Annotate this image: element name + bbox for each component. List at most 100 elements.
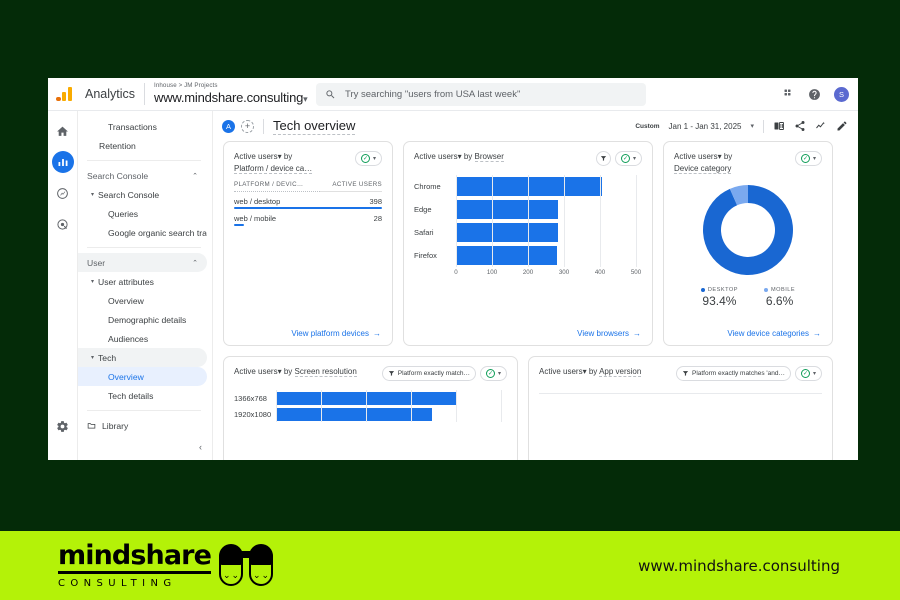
title-by: by	[283, 367, 293, 376]
sidebar-item-user-attributes[interactable]: ▾ User attributes	[78, 272, 207, 291]
col-active-users[interactable]: ACTIVE USERS	[320, 181, 382, 193]
filter-chip[interactable]: Platform exactly matches 'and…	[675, 366, 791, 381]
dimension-selector[interactable]: App version	[599, 367, 642, 377]
app-body: Transactions Retention Search Console ⌃ ▾ Sea…	[48, 111, 858, 460]
dimension-selector[interactable]: Device category	[674, 163, 732, 174]
apps-grid-icon[interactable]	[783, 88, 795, 100]
chevron-down-icon[interactable]: ▾	[583, 367, 587, 376]
sidebar-collapse-button[interactable]: ‹	[199, 442, 202, 452]
sidebar-item-search-console[interactable]: ▾ Search Console	[78, 185, 207, 204]
card-header: Active users▾ by Device category ✓ ▾	[674, 151, 822, 174]
data-quality-chip[interactable]: ✓ ▾	[479, 366, 507, 381]
caret-down-icon: ▾	[91, 355, 95, 361]
legend-item: DESKTOP 93.4%	[700, 287, 738, 308]
sidebar-item-library[interactable]: Library	[78, 416, 207, 435]
compare-icon[interactable]	[773, 120, 785, 132]
bar-row[interactable]: Firefox	[414, 244, 642, 267]
gear-icon[interactable]	[52, 415, 74, 437]
sidebar-item-tech[interactable]: ▾ Tech	[78, 348, 207, 367]
nav-divider	[87, 410, 201, 411]
sidebar-item-demographic-details[interactable]: Demographic details	[78, 310, 207, 329]
home-icon[interactable]	[52, 120, 74, 142]
bar-row[interactable]: 1920x1080	[234, 406, 507, 422]
audience-badge[interactable]: A	[222, 119, 235, 133]
chevron-down-icon[interactable]: ▾	[278, 152, 282, 161]
dimension-selector[interactable]: Browser	[474, 152, 504, 162]
data-quality-chip[interactable]: ✓ ▾	[614, 151, 642, 166]
dimension-selector[interactable]: Screen resolution	[294, 367, 357, 377]
bar[interactable]	[456, 223, 558, 242]
bar[interactable]	[456, 200, 558, 219]
metric-selector[interactable]: Active users	[234, 152, 278, 161]
bar-row[interactable]: Chrome	[414, 175, 642, 198]
search-bar[interactable]	[316, 83, 646, 106]
date-range-value[interactable]: Jan 1 - Jan 31, 2025	[669, 122, 742, 131]
share-icon[interactable]	[794, 120, 806, 132]
bar[interactable]	[456, 177, 602, 196]
bar-row[interactable]: 1366x768	[234, 390, 507, 406]
sidebar-item-user[interactable]: User ⌃	[78, 253, 207, 272]
bar-row[interactable]: Edge	[414, 198, 642, 221]
metric-selector[interactable]: Active users	[414, 152, 458, 161]
chevron-down-icon[interactable]: ▾	[278, 367, 282, 376]
glasses-icon: ⌄⌄ ⌄⌄	[218, 543, 275, 588]
bar-row[interactable]: Safari	[414, 221, 642, 244]
filter-chip[interactable]: Platform exactly match…	[381, 366, 476, 381]
chevron-up-icon[interactable]: ⌃	[192, 172, 198, 180]
sidebar-item-tech-details[interactable]: Tech details	[78, 386, 207, 405]
bar[interactable]	[276, 407, 432, 421]
filter-chip[interactable]	[595, 151, 611, 166]
col-platform[interactable]: PLATFORM / DEVIC…	[234, 181, 321, 193]
sidebar-item-audiences[interactable]: Audiences	[78, 329, 207, 348]
search-input[interactable]	[345, 89, 625, 100]
filter-chip-label: Platform exactly match…	[397, 370, 470, 377]
toolbar-divider-2	[763, 119, 764, 133]
sidebar-item-label: Library	[102, 420, 129, 431]
sidebar-item-label: Audiences	[108, 333, 149, 344]
dimension-selector[interactable]: Platform / device ca…	[234, 163, 313, 174]
x-tick-label: 200	[522, 269, 534, 276]
table-row[interactable]: web / mobile 28	[234, 209, 382, 224]
chevron-down-icon[interactable]: ▾	[750, 122, 754, 130]
advertising-icon[interactable]	[52, 213, 74, 235]
card-app-version: Active users▾ by App version Platform ex…	[528, 356, 833, 460]
bar-category-label: Edge	[414, 205, 432, 214]
sidebar-item-transactions[interactable]: Transactions	[78, 117, 207, 136]
help-icon[interactable]	[808, 88, 821, 101]
bar[interactable]	[276, 391, 456, 405]
bar[interactable]	[456, 246, 557, 265]
add-comparison-button[interactable]: +	[241, 119, 254, 133]
chevron-up-icon[interactable]: ⌃	[192, 259, 198, 267]
view-platform-devices-link[interactable]: View platform devices →	[291, 329, 381, 338]
data-quality-chip[interactable]: ✓ ▾	[794, 366, 822, 381]
chevron-down-icon[interactable]: ▾	[458, 152, 462, 161]
card-actions: ✓ ▾	[354, 151, 382, 166]
nav-divider	[87, 160, 201, 161]
cell-platform: web / desktop	[234, 197, 281, 207]
sidebar-item-queries[interactable]: Queries	[78, 204, 207, 223]
sidebar-item-search-console[interactable]: Search Console ⌃	[78, 166, 207, 185]
chevron-down-icon[interactable]: ▾	[718, 152, 722, 161]
data-quality-chip[interactable]: ✓ ▾	[354, 151, 382, 166]
metric-selector[interactable]: Active users	[539, 367, 583, 376]
metric-selector[interactable]: Active users	[674, 152, 718, 161]
metric-selector[interactable]: Active users	[234, 367, 278, 376]
sidebar-item-overview[interactable]: Overview	[78, 367, 207, 386]
sidebar-item-overview[interactable]: Overview	[78, 291, 207, 310]
title-by: by	[588, 367, 598, 376]
reports-icon[interactable]	[51, 151, 74, 173]
insights-icon[interactable]	[815, 120, 827, 132]
edit-icon[interactable]	[836, 120, 848, 132]
sidebar-item-retention[interactable]: Retention	[78, 136, 207, 155]
toolbar-divider	[263, 118, 264, 134]
filter-icon	[682, 371, 689, 376]
table-row[interactable]: web / desktop 398	[234, 192, 382, 208]
view-browsers-link[interactable]: View browsers →	[577, 329, 641, 338]
avatar[interactable]: S	[834, 86, 849, 102]
data-quality-chip[interactable]: ✓ ▾	[794, 151, 822, 166]
cell-active-users: 28	[373, 214, 382, 224]
sidebar-item-google-organic-search-traf[interactable]: Google organic search traf…	[78, 223, 207, 242]
property-selector[interactable]: Inhouse > JM Projects www.mindshare.cons…	[154, 82, 308, 107]
view-device-categories-link[interactable]: View device categories →	[727, 329, 821, 338]
explore-icon[interactable]	[52, 182, 74, 204]
